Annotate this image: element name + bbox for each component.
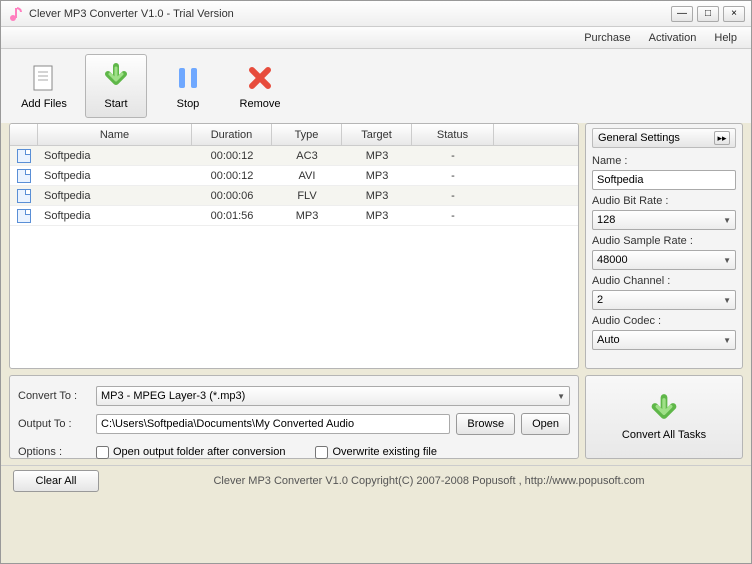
file-table: Name Duration Type Target Status Softped… [9,123,579,369]
titlebar: Clever MP3 Converter V1.0 - Trial Versio… [1,1,751,27]
copyright-text: Clever MP3 Converter V1.0 Copyright(C) 2… [119,475,739,487]
cell-duration: 00:00:12 [192,170,272,182]
table-header: Name Duration Type Target Status [10,124,578,146]
add-files-icon [28,62,60,94]
clear-all-button[interactable]: Clear All [13,470,99,492]
cell-status: - [412,210,494,222]
settings-panel: General Settings ▸▸ Name : Audio Bit Rat… [585,123,743,369]
collapse-icon[interactable]: ▸▸ [714,131,730,145]
start-icon [100,62,132,94]
cell-status: - [412,190,494,202]
overwrite-checkbox[interactable]: Overwrite existing file [315,446,437,459]
stop-button[interactable]: Stop [157,54,219,118]
cell-name: Softpedia [38,190,192,202]
bitrate-label: Audio Bit Rate : [592,195,736,207]
name-input[interactable] [592,170,736,190]
cell-type: AVI [272,170,342,182]
output-path-input[interactable] [96,414,450,434]
open-button[interactable]: Open [521,413,570,435]
codec-select[interactable]: Auto▼ [592,330,736,350]
browse-button[interactable]: Browse [456,413,515,435]
convert-to-select[interactable]: MP3 - MPEG Layer-3 (*.mp3)▼ [96,386,570,406]
channel-select[interactable]: 2▼ [592,290,736,310]
cell-type: AC3 [272,150,342,162]
convert-icon [646,393,682,429]
start-label: Start [104,98,127,110]
footer: Clear All Clever MP3 Converter V1.0 Copy… [1,465,751,495]
cell-target: MP3 [342,170,412,182]
table-body: Softpedia00:00:12AC3MP3-Softpedia00:00:1… [10,146,578,226]
chevron-down-icon: ▼ [723,216,731,225]
cell-name: Softpedia [38,210,192,222]
chevron-down-icon: ▼ [723,256,731,265]
convert-to-label: Convert To : [18,390,90,402]
remove-button[interactable]: Remove [229,54,291,118]
output-to-label: Output To : [18,418,90,430]
remove-label: Remove [240,98,281,110]
stop-label: Stop [177,98,200,110]
file-icon [17,209,31,223]
codec-label: Audio Codec : [592,315,736,327]
table-row[interactable]: Softpedia00:00:12AC3MP3- [10,146,578,166]
file-icon [17,149,31,163]
close-button[interactable]: × [723,6,745,22]
output-panel: Convert To : MP3 - MPEG Layer-3 (*.mp3)▼… [9,375,579,459]
toolbar: Add Files Start Stop Remove [1,49,751,123]
cell-duration: 00:00:06 [192,190,272,202]
cell-type: FLV [272,190,342,202]
app-window: Clever MP3 Converter V1.0 - Trial Versio… [0,0,752,564]
menu-help[interactable]: Help [714,32,737,44]
col-name[interactable]: Name [38,124,192,145]
convert-all-button[interactable]: Convert All Tasks [585,375,743,459]
chevron-down-icon: ▼ [723,336,731,345]
name-label: Name : [592,155,736,167]
open-folder-checkbox[interactable]: Open output folder after conversion [96,446,285,459]
menu-purchase[interactable]: Purchase [584,32,630,44]
stop-icon [172,62,204,94]
col-status[interactable]: Status [412,124,494,145]
table-row[interactable]: Softpedia00:01:56MP3MP3- [10,206,578,226]
cell-name: Softpedia [38,170,192,182]
file-icon [17,189,31,203]
table-row[interactable]: Softpedia00:00:12AVIMP3- [10,166,578,186]
cell-target: MP3 [342,210,412,222]
col-duration[interactable]: Duration [192,124,272,145]
file-icon [17,169,31,183]
menu-activation[interactable]: Activation [649,32,697,44]
col-icon[interactable] [10,124,38,145]
cell-target: MP3 [342,190,412,202]
menubar: Purchase Activation Help [1,27,751,49]
cell-type: MP3 [272,210,342,222]
chevron-down-icon: ▼ [723,296,731,305]
options-label: Options : [18,446,90,458]
col-target[interactable]: Target [342,124,412,145]
channel-label: Audio Channel : [592,275,736,287]
bitrate-select[interactable]: 128▼ [592,210,736,230]
window-title: Clever MP3 Converter V1.0 - Trial Versio… [29,8,671,20]
samplerate-label: Audio Sample Rate : [592,235,736,247]
settings-title: General Settings [598,132,680,144]
samplerate-select[interactable]: 48000▼ [592,250,736,270]
app-logo-icon [7,6,23,22]
table-row[interactable]: Softpedia00:00:06FLVMP3- [10,186,578,206]
add-files-button[interactable]: Add Files [13,54,75,118]
cell-duration: 00:00:12 [192,150,272,162]
cell-status: - [412,170,494,182]
cell-duration: 00:01:56 [192,210,272,222]
maximize-button[interactable]: □ [697,6,719,22]
start-button[interactable]: Start [85,54,147,118]
settings-header: General Settings ▸▸ [592,128,736,148]
cell-status: - [412,150,494,162]
cell-name: Softpedia [38,150,192,162]
chevron-down-icon: ▼ [557,392,565,401]
minimize-button[interactable]: — [671,6,693,22]
cell-target: MP3 [342,150,412,162]
remove-icon [244,62,276,94]
col-type[interactable]: Type [272,124,342,145]
convert-all-label: Convert All Tasks [622,429,706,441]
add-files-label: Add Files [21,98,67,110]
